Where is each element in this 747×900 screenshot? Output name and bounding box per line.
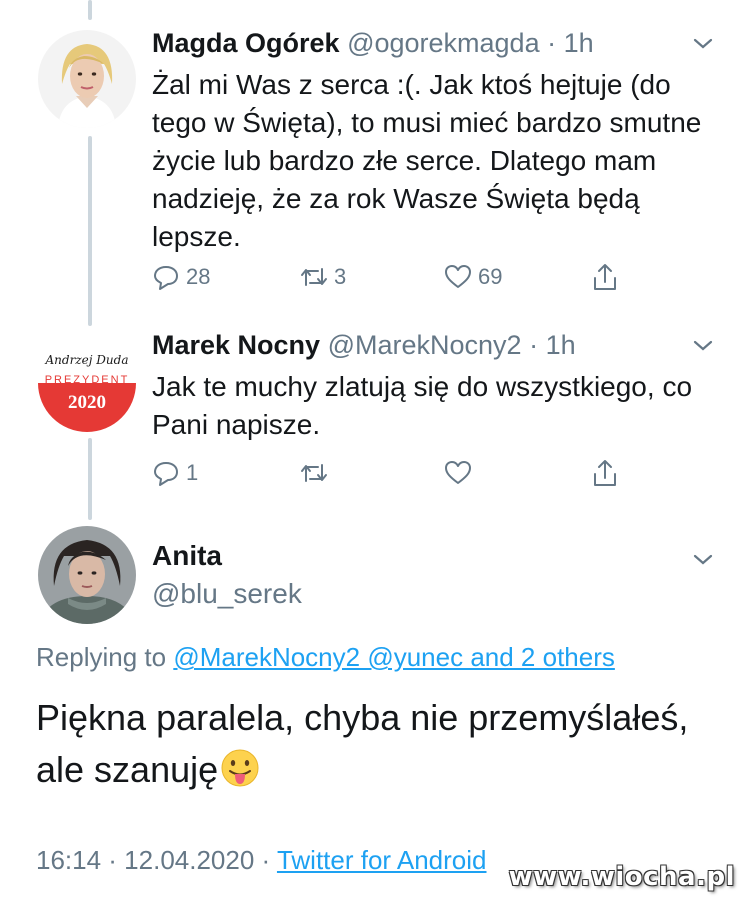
avatar-magda[interactable]: [38, 30, 136, 128]
campaign-badge-icon: Andrzej Duda PREZYDENT 2020: [38, 334, 136, 432]
tweet-header: Magda Ogórek @ogorekmagda · 1h: [152, 26, 719, 60]
tweet-magda[interactable]: Magda Ogórek @ogorekmagda · 1h Żal mi Wa…: [152, 26, 719, 256]
replying-to: Replying to @MarekNocny2 @yunec and 2 ot…: [36, 642, 615, 673]
retweet-icon: [301, 464, 327, 482]
tweet-marek[interactable]: Marek Nocny @MarekNocny2 · 1h Jak te muc…: [152, 328, 719, 444]
woman-portrait-icon: [38, 30, 136, 128]
tweet-time[interactable]: 1h: [546, 330, 576, 360]
author-handle[interactable]: @blu_serek: [152, 576, 719, 612]
author-name[interactable]: Anita: [152, 538, 719, 574]
retweet-icon: [301, 268, 327, 286]
main-tweet-body: Piękna paralela, chyba nie przemyślałeś,…: [36, 697, 689, 790]
reply-count: 28: [186, 264, 211, 289]
separator-dot: ·: [539, 28, 564, 58]
person-portrait-icon: [38, 526, 136, 624]
tweet-actions: 28 3 69: [152, 260, 632, 294]
badge-year: 2020: [68, 392, 106, 413]
avatar-marek[interactable]: Andrzej Duda PREZYDENT 2020: [38, 334, 136, 432]
share-button[interactable]: [592, 456, 618, 490]
tongue-out-face-icon: [221, 749, 259, 787]
thread-line-1: [88, 136, 92, 326]
source-link[interactable]: Twitter for Android: [277, 845, 487, 875]
reply-count: 1: [186, 460, 199, 485]
tweet-meta: 16:14 · 12.04.2020 · Twitter for Android: [36, 845, 487, 876]
thread-line-top: [88, 0, 92, 20]
watermark: www.wiocha.pl: [508, 862, 735, 892]
tweet-text: Jak te muchy zlatują się do wszystkiego,…: [152, 371, 693, 440]
author-handle[interactable]: @ogorekmagda: [347, 28, 540, 58]
like-count: 69: [478, 264, 503, 289]
retweet-button[interactable]: 3: [300, 260, 346, 294]
separator-dot: ·: [521, 330, 546, 360]
reply-button[interactable]: 28: [152, 260, 210, 294]
timestamp: 16:14 · 12.04.2020 ·: [36, 845, 271, 875]
tweet-text: Żal mi Was z serca :(. Jak ktoś hejtuje …: [152, 69, 702, 252]
share-button[interactable]: [592, 260, 618, 294]
author-name[interactable]: Magda Ogórek: [152, 28, 340, 58]
heart-icon: [445, 461, 471, 484]
tweet-time[interactable]: 1h: [564, 28, 594, 58]
reply-button[interactable]: 1: [152, 456, 198, 490]
replying-to-link[interactable]: @MarekNocny2 @yunec and 2 others: [173, 642, 615, 672]
thread-line-2: [88, 438, 92, 520]
badge-label: PREZYDENT: [45, 374, 130, 386]
chevron-down-icon[interactable]: [691, 32, 715, 56]
author-handle[interactable]: @MarekNocny2: [328, 330, 522, 360]
chevron-down-icon[interactable]: [691, 334, 715, 358]
like-button[interactable]: [444, 456, 478, 490]
replying-prefix: Replying to: [36, 642, 167, 672]
main-tweet-text: Piękna paralela, chyba nie przemyślałeś,…: [36, 692, 696, 796]
retweet-button[interactable]: [300, 456, 334, 490]
reply-icon: [154, 266, 178, 290]
reply-icon: [154, 462, 178, 486]
like-button[interactable]: 69: [444, 260, 502, 294]
retweet-count: 3: [334, 264, 347, 289]
share-icon: [594, 264, 616, 290]
share-icon: [594, 460, 616, 486]
main-tweet-header: Anita @blu_serek: [152, 538, 719, 612]
avatar-anita[interactable]: [38, 526, 136, 624]
heart-icon: [445, 265, 471, 288]
chevron-down-icon[interactable]: [691, 548, 715, 572]
author-name[interactable]: Marek Nocny: [152, 330, 320, 360]
badge-script: Andrzej Duda: [45, 353, 129, 367]
tweet-header: Marek Nocny @MarekNocny2 · 1h: [152, 328, 719, 362]
tweet-actions: 1: [152, 456, 632, 490]
